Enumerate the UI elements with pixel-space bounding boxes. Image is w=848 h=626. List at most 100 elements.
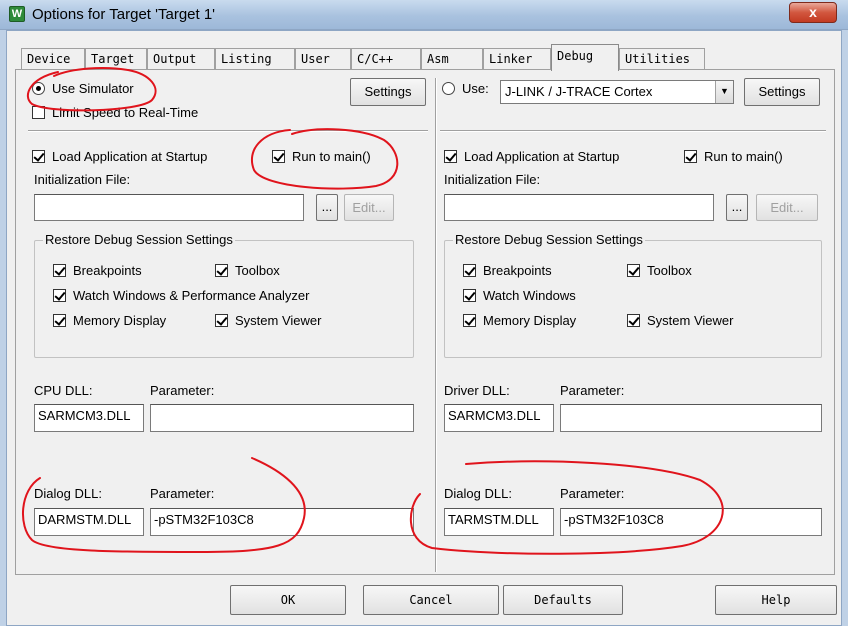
left-toolbox-label: Toolbox bbox=[235, 263, 280, 278]
help-button[interactable]: Help bbox=[715, 585, 837, 615]
checkbox-checked-icon bbox=[53, 264, 66, 277]
use-simulator-label: Use Simulator bbox=[52, 81, 134, 96]
checkbox-checked-icon bbox=[444, 150, 457, 163]
checkbox-checked-icon bbox=[53, 314, 66, 327]
right-watch-label: Watch Windows bbox=[483, 288, 576, 303]
cpu-dll-input[interactable]: SARMCM3.DLL bbox=[34, 404, 144, 432]
right-load-app-label: Load Application at Startup bbox=[464, 149, 620, 164]
left-run-to-main-checkbox[interactable]: Run to main() bbox=[272, 149, 371, 164]
radio-selected-icon bbox=[32, 82, 45, 95]
dialog-client-area: Device Target Output Listing User C/C++ … bbox=[6, 30, 842, 626]
tab-output[interactable]: Output bbox=[147, 48, 215, 70]
cpu-param-input[interactable] bbox=[150, 404, 414, 432]
right-restore-group-title: Restore Debug Session Settings bbox=[453, 232, 645, 247]
driver-param-input[interactable] bbox=[560, 404, 822, 432]
right-browse-button[interactable]: ... bbox=[726, 194, 748, 221]
left-load-app-label: Load Application at Startup bbox=[52, 149, 208, 164]
right-horizontal-divider bbox=[440, 130, 826, 132]
tab-listing[interactable]: Listing bbox=[215, 48, 295, 70]
limit-speed-checkbox[interactable]: Limit Speed to Real-Time bbox=[32, 105, 198, 120]
left-system-viewer-label: System Viewer bbox=[235, 313, 322, 328]
right-dialog-param-label: Parameter: bbox=[560, 486, 625, 501]
checkbox-checked-icon bbox=[272, 150, 285, 163]
checkbox-unchecked-icon bbox=[32, 106, 45, 119]
right-run-to-main-label: Run to main() bbox=[704, 149, 783, 164]
right-restore-group: Restore Debug Session Settings Breakpoin… bbox=[444, 232, 822, 358]
driver-param-label: Parameter: bbox=[560, 383, 625, 398]
right-breakpoints-label: Breakpoints bbox=[483, 263, 552, 278]
use-driver-label: Use: bbox=[462, 81, 489, 96]
left-load-app-checkbox[interactable]: Load Application at Startup bbox=[32, 149, 207, 164]
left-watch-label: Watch Windows & Performance Analyzer bbox=[73, 288, 310, 303]
left-restore-group-title: Restore Debug Session Settings bbox=[43, 232, 235, 247]
checkbox-checked-icon bbox=[215, 264, 228, 277]
checkbox-checked-icon bbox=[463, 289, 476, 302]
right-run-to-main-checkbox[interactable]: Run to main() bbox=[684, 149, 783, 164]
cpu-param-label: Parameter: bbox=[150, 383, 215, 398]
right-toolbox-label: Toolbox bbox=[647, 263, 692, 278]
left-toolbox-checkbox[interactable]: Toolbox bbox=[215, 263, 280, 278]
right-dialog-param-input[interactable]: -pSTM32F103C8 bbox=[560, 508, 822, 536]
chevron-down-icon: ▼ bbox=[715, 81, 733, 103]
left-watch-checkbox[interactable]: Watch Windows & Performance Analyzer bbox=[53, 288, 310, 303]
right-load-app-checkbox[interactable]: Load Application at Startup bbox=[444, 149, 619, 164]
tab-asm[interactable]: Asm bbox=[421, 48, 483, 70]
left-dialog-param-label: Parameter: bbox=[150, 486, 215, 501]
checkbox-checked-icon bbox=[627, 264, 640, 277]
left-memory-checkbox[interactable]: Memory Display bbox=[53, 313, 166, 328]
right-dialog-dll-label: Dialog DLL: bbox=[444, 486, 512, 501]
right-dialog-dll-input[interactable]: TARMSTM.DLL bbox=[444, 508, 554, 536]
tab-debug[interactable]: Debug bbox=[551, 44, 619, 71]
right-memory-checkbox[interactable]: Memory Display bbox=[463, 313, 576, 328]
driver-select[interactable]: J-LINK / J-TRACE Cortex ▼ bbox=[500, 80, 734, 104]
checkbox-checked-icon bbox=[32, 150, 45, 163]
right-memory-label: Memory Display bbox=[483, 313, 577, 328]
close-button[interactable]: x bbox=[789, 2, 837, 23]
left-dialog-dll-label: Dialog DLL: bbox=[34, 486, 102, 501]
keil-uvision-icon: W bbox=[9, 6, 25, 22]
tab-device[interactable]: Device bbox=[21, 48, 85, 70]
checkbox-checked-icon bbox=[684, 150, 697, 163]
right-system-viewer-checkbox[interactable]: System Viewer bbox=[627, 313, 733, 328]
defaults-button[interactable]: Defaults bbox=[503, 585, 623, 615]
window-title: Options for Target 'Target 1' bbox=[32, 6, 216, 23]
right-watch-checkbox[interactable]: Watch Windows bbox=[463, 288, 576, 303]
right-toolbox-checkbox[interactable]: Toolbox bbox=[627, 263, 692, 278]
driver-settings-button[interactable]: Settings bbox=[744, 78, 820, 106]
right-edit-button[interactable]: Edit... bbox=[756, 194, 818, 221]
right-init-file-input[interactable] bbox=[444, 194, 714, 221]
tab-user[interactable]: User bbox=[295, 48, 351, 70]
tab-target[interactable]: Target bbox=[85, 48, 147, 70]
simulator-settings-button[interactable]: Settings bbox=[350, 78, 426, 106]
left-restore-group: Restore Debug Session Settings Breakpoin… bbox=[34, 232, 414, 358]
cpu-dll-label: CPU DLL: bbox=[34, 383, 93, 398]
right-breakpoints-checkbox[interactable]: Breakpoints bbox=[463, 263, 552, 278]
radio-unselected-icon bbox=[442, 82, 455, 95]
left-init-file-input[interactable] bbox=[34, 194, 304, 221]
driver-dll-input[interactable]: SARMCM3.DLL bbox=[444, 404, 554, 432]
vertical-divider bbox=[435, 78, 437, 572]
use-driver-radio[interactable]: Use: bbox=[442, 81, 489, 96]
left-run-to-main-label: Run to main() bbox=[292, 149, 371, 164]
left-breakpoints-label: Breakpoints bbox=[73, 263, 142, 278]
checkbox-checked-icon bbox=[215, 314, 228, 327]
cancel-button[interactable]: Cancel bbox=[363, 585, 499, 615]
title-bar: W Options for Target 'Target 1' x bbox=[0, 0, 848, 30]
left-breakpoints-checkbox[interactable]: Breakpoints bbox=[53, 263, 142, 278]
ok-button[interactable]: OK bbox=[230, 585, 346, 615]
left-edit-button[interactable]: Edit... bbox=[344, 194, 394, 221]
tab-utilities[interactable]: Utilities bbox=[619, 48, 705, 70]
driver-dll-label: Driver DLL: bbox=[444, 383, 510, 398]
tab-c-cpp[interactable]: C/C++ bbox=[351, 48, 421, 70]
checkbox-checked-icon bbox=[463, 314, 476, 327]
left-browse-button[interactable]: ... bbox=[316, 194, 338, 221]
left-dialog-param-input[interactable]: -pSTM32F103C8 bbox=[150, 508, 414, 536]
left-horizontal-divider bbox=[28, 130, 428, 132]
left-init-file-label: Initialization File: bbox=[34, 172, 131, 187]
left-system-viewer-checkbox[interactable]: System Viewer bbox=[215, 313, 321, 328]
checkbox-checked-icon bbox=[463, 264, 476, 277]
debug-tab-panel: Use Simulator Settings Limit Speed to Re… bbox=[15, 69, 835, 575]
use-simulator-radio[interactable]: Use Simulator bbox=[32, 81, 134, 96]
tab-linker[interactable]: Linker bbox=[483, 48, 551, 70]
left-dialog-dll-input[interactable]: DARMSTM.DLL bbox=[34, 508, 144, 536]
